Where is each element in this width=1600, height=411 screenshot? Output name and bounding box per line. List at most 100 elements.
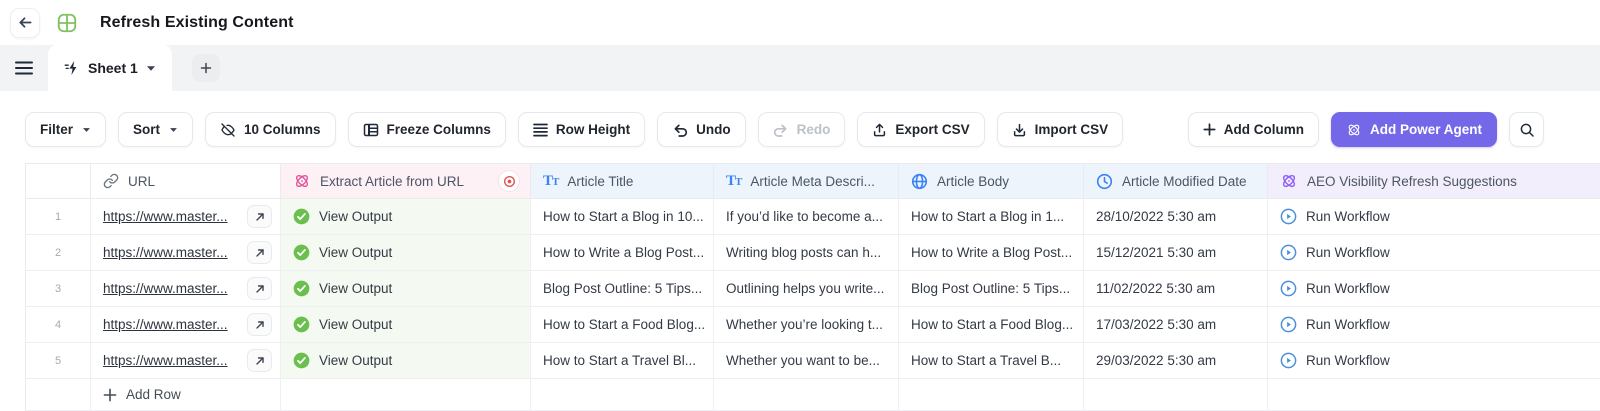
url-link[interactable]: https://www.master... [103, 317, 239, 332]
article-body-cell[interactable]: How to Write a Blog Post... [899, 235, 1084, 270]
record-target-icon[interactable] [498, 170, 520, 192]
search-button[interactable] [1509, 112, 1544, 147]
view-output-label: View Output [319, 353, 393, 368]
article-title-cell[interactable]: How to Write a Blog Post... [531, 235, 714, 270]
run-workflow-label: Run Workflow [1306, 353, 1390, 368]
search-icon [1519, 122, 1535, 138]
add-row-button[interactable]: Add Row [91, 379, 281, 410]
filter-button[interactable]: Filter [25, 112, 107, 147]
sort-button[interactable]: Sort [118, 112, 194, 147]
column-header-article-body[interactable]: Article Body [899, 164, 1084, 198]
view-output-label: View Output [319, 317, 393, 332]
run-workflow-label: Run Workflow [1306, 209, 1390, 224]
undo-label: Undo [696, 122, 731, 137]
view-output-cell[interactable]: View Output [281, 343, 531, 378]
external-link-icon [255, 284, 265, 294]
export-csv-button[interactable]: Export CSV [857, 112, 985, 147]
run-workflow-cell[interactable]: Run Workflow [1268, 307, 1600, 342]
row-number: 5 [26, 343, 91, 378]
data-table: URL Extract Article from URL TT Article … [25, 163, 1600, 411]
open-url-button[interactable] [247, 241, 272, 264]
article-meta-cell[interactable]: Writing blog posts can h... [714, 235, 899, 270]
run-workflow-label: Run Workflow [1306, 317, 1390, 332]
article-meta-cell[interactable]: Outlining helps you write... [714, 271, 899, 306]
open-url-button[interactable] [247, 349, 272, 372]
hidden-columns-button[interactable]: 10 Columns [205, 112, 336, 147]
article-title-cell[interactable]: How to Start a Food Blog... [531, 307, 714, 342]
article-body-cell[interactable]: How to Start a Travel B... [899, 343, 1084, 378]
tab-sheet-1[interactable]: Sheet 1 [48, 45, 172, 91]
article-title-cell[interactable]: How to Start a Blog in 10... [531, 199, 714, 234]
article-modified-date-cell[interactable]: 29/03/2022 5:30 am [1084, 343, 1268, 378]
tab-label: Sheet 1 [88, 60, 138, 76]
external-link-icon [255, 320, 265, 330]
column-header-article-modified-date[interactable]: Article Modified Date [1084, 164, 1268, 198]
table-header-row: URL Extract Article from URL TT Article … [26, 163, 1600, 199]
column-header-article-title[interactable]: TT Article Title [531, 164, 714, 198]
add-power-agent-button[interactable]: Add Power Agent [1330, 112, 1497, 147]
text-type-icon: TT [726, 172, 742, 189]
row-lines-icon [532, 123, 548, 137]
url-link[interactable]: https://www.master... [103, 281, 239, 296]
column-header-article-meta[interactable]: TT Article Meta Descri... [714, 164, 899, 198]
tab-bar: Sheet 1 [0, 45, 1600, 91]
article-modified-date-cell[interactable]: 28/10/2022 5:30 am [1084, 199, 1268, 234]
run-workflow-cell[interactable]: Run Workflow [1268, 271, 1600, 306]
view-output-cell[interactable]: View Output [281, 307, 531, 342]
redo-button[interactable]: Redo [757, 112, 846, 147]
add-row-band: Add Row [26, 379, 1600, 411]
article-title-cell[interactable]: Blog Post Outline: 5 Tips... [531, 271, 714, 306]
article-meta-cell[interactable]: Whether you’re looking t... [714, 307, 899, 342]
empty-cell [899, 379, 1084, 410]
column-header-url[interactable]: URL [91, 164, 281, 198]
top-bar: Refresh Existing Content [0, 0, 1600, 45]
table-row: 4 https://www.master... View Output How … [26, 307, 1600, 343]
run-workflow-cell[interactable]: Run Workflow [1268, 235, 1600, 270]
run-workflow-cell[interactable]: Run Workflow [1268, 343, 1600, 378]
table-row: 1 https://www.master... View Output How … [26, 199, 1600, 235]
article-body-cell[interactable]: How to Start a Food Blog... [899, 307, 1084, 342]
check-circle-icon [293, 316, 310, 333]
add-column-button[interactable]: Add Column [1187, 112, 1319, 147]
view-output-label: View Output [319, 281, 393, 296]
run-workflow-cell[interactable]: Run Workflow [1268, 199, 1600, 234]
view-output-cell[interactable]: View Output [281, 199, 531, 234]
article-modified-date-cell[interactable]: 17/03/2022 5:30 am [1084, 307, 1268, 342]
open-url-button[interactable] [247, 277, 272, 300]
article-meta-cell[interactable]: Whether you want to be... [714, 343, 899, 378]
url-cell: https://www.master... [91, 307, 281, 342]
view-output-cell[interactable]: View Output [281, 235, 531, 270]
check-circle-icon [293, 208, 310, 225]
table-row: 2 https://www.master... View Output How … [26, 235, 1600, 271]
row-height-button[interactable]: Row Height [517, 112, 646, 147]
article-title-cell[interactable]: How to Start a Travel Bl... [531, 343, 714, 378]
undo-button[interactable]: Undo [657, 112, 746, 147]
column-header-aeo-suggestions[interactable]: AEO Visibility Refresh Suggestions [1268, 164, 1600, 198]
play-circle-icon [1280, 244, 1297, 261]
plus-icon [103, 388, 117, 402]
article-body-cell[interactable]: How to Start a Blog in 1... [899, 199, 1084, 234]
url-link[interactable]: https://www.master... [103, 209, 239, 224]
globe-icon [911, 173, 928, 190]
url-cell: https://www.master... [91, 343, 281, 378]
column-header-extract-article[interactable]: Extract Article from URL [281, 164, 531, 198]
menu-hamburger-icon[interactable] [12, 45, 36, 91]
article-modified-date-cell[interactable]: 15/12/2021 5:30 am [1084, 235, 1268, 270]
add-sheet-button[interactable] [191, 54, 220, 82]
column-label: Extract Article from URL [320, 173, 465, 189]
external-link-icon [255, 248, 265, 258]
freeze-columns-button[interactable]: Freeze Columns [347, 112, 506, 147]
article-body-cell[interactable]: Blog Post Outline: 5 Tips... [899, 271, 1084, 306]
open-url-button[interactable] [247, 313, 272, 336]
url-link[interactable]: https://www.master... [103, 245, 239, 260]
article-meta-cell[interactable]: If you’d like to become a... [714, 199, 899, 234]
back-button[interactable] [10, 7, 40, 38]
freeze-columns-icon [363, 122, 379, 138]
article-modified-date-cell[interactable]: 11/02/2022 5:30 am [1084, 271, 1268, 306]
import-csv-button[interactable]: Import CSV [996, 112, 1124, 147]
url-link[interactable]: https://www.master... [103, 353, 239, 368]
view-output-label: View Output [319, 209, 393, 224]
view-output-cell[interactable]: View Output [281, 271, 531, 306]
chevron-down-icon [169, 127, 178, 133]
open-url-button[interactable] [247, 205, 272, 228]
